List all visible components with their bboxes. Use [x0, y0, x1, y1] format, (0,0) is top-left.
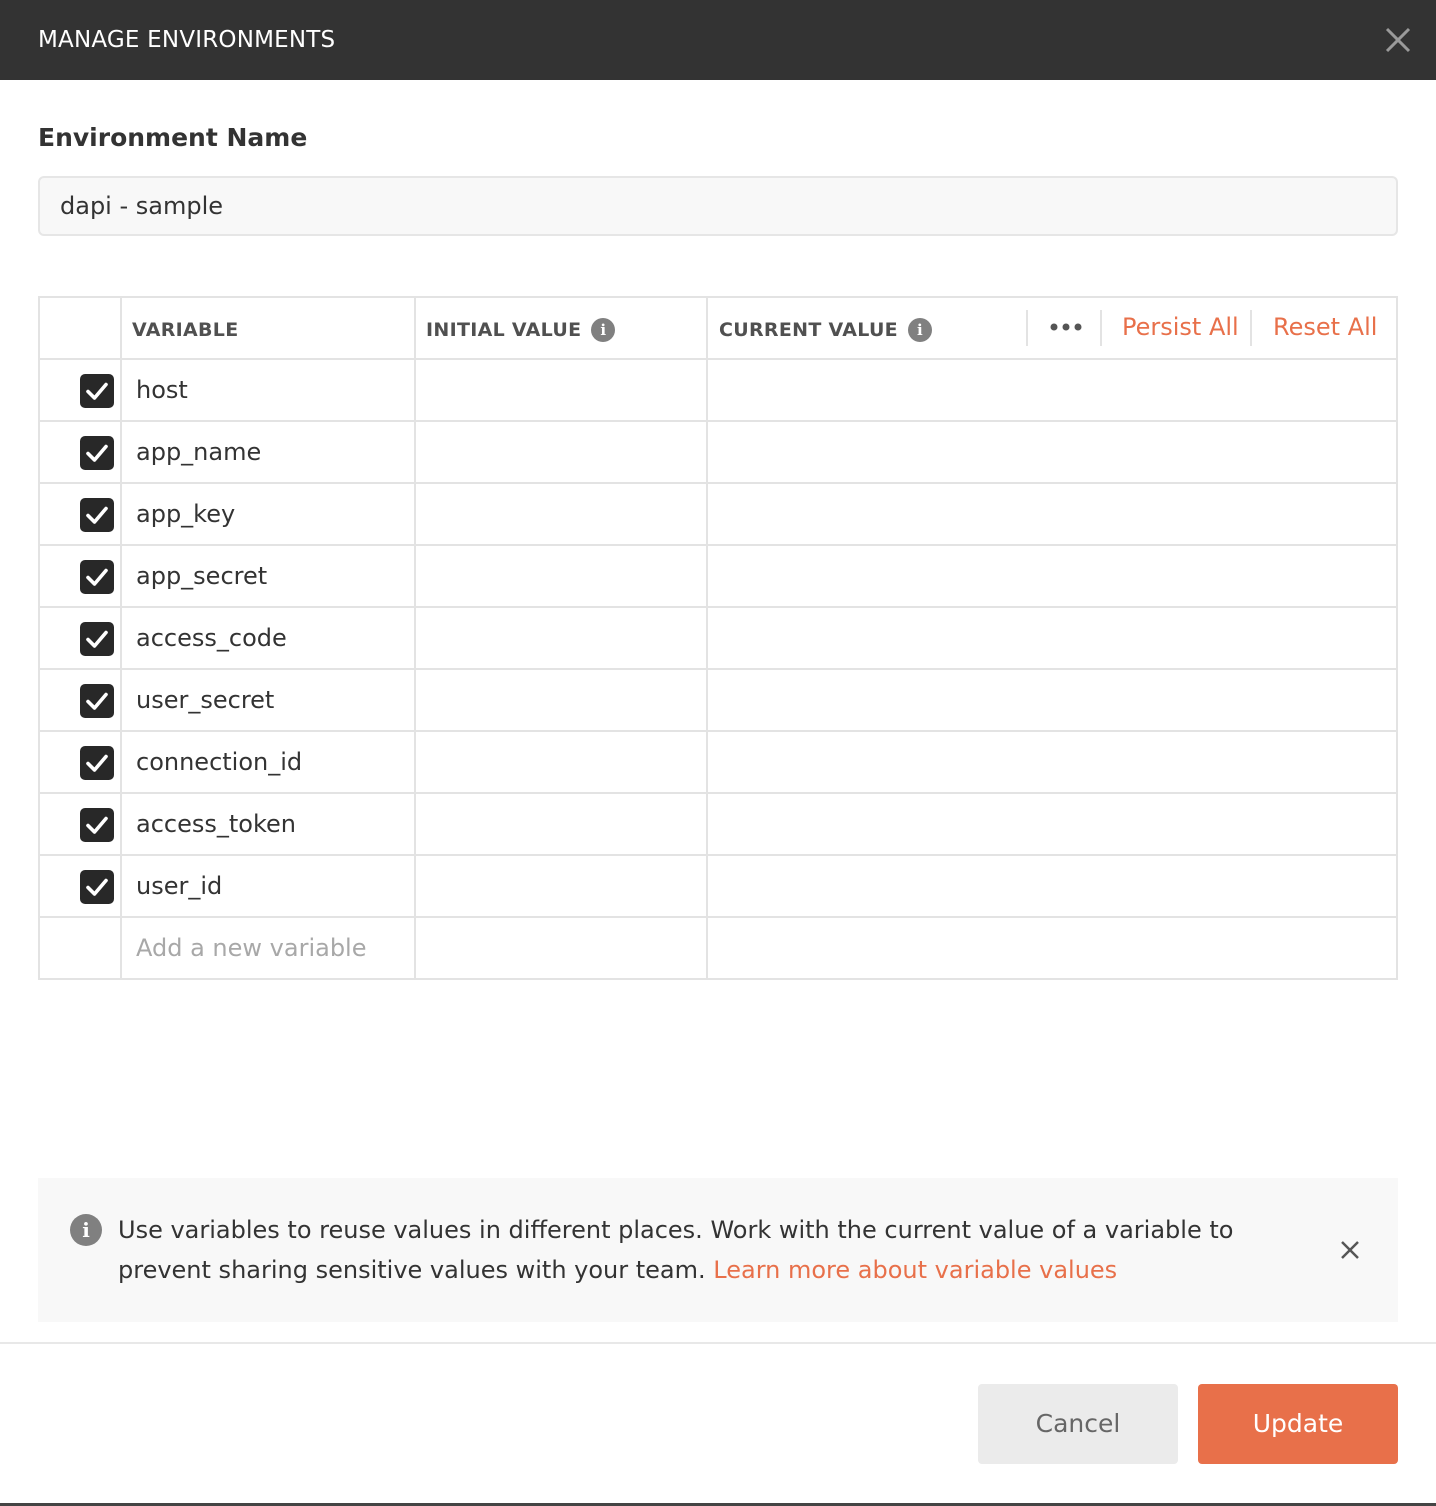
- cancel-button[interactable]: Cancel: [978, 1384, 1178, 1464]
- modal-title: MANAGE ENVIRONMENTS: [38, 27, 336, 53]
- variable-name-cell[interactable]: app_key: [136, 498, 235, 530]
- header-separator: [1026, 310, 1028, 346]
- table-header-row: VARIABLE INITIAL VALUE i CURRENT VALUE i P…: [40, 298, 1396, 360]
- info-icon[interactable]: i: [591, 318, 616, 342]
- close-icon[interactable]: [1380, 22, 1416, 58]
- close-icon[interactable]: [1338, 1238, 1362, 1262]
- initial-value-cell[interactable]: [416, 484, 706, 544]
- enabled-checkbox[interactable]: [80, 684, 114, 718]
- current-value-cell[interactable]: [708, 732, 1396, 792]
- info-icon[interactable]: i: [907, 318, 932, 342]
- new-variable-row: Add a new variable: [40, 918, 1396, 980]
- variable-name-cell[interactable]: app_secret: [136, 560, 267, 592]
- current-value-cell[interactable]: [708, 546, 1396, 606]
- header-initial-value-label: INITIAL VALUE: [426, 319, 582, 341]
- table-row: access_token: [40, 794, 1396, 856]
- variable-name-cell[interactable]: connection_id: [136, 746, 302, 778]
- variables-table: VARIABLE INITIAL VALUE i CURRENT VALUE i P…: [38, 296, 1398, 980]
- table-row: user_secret: [40, 670, 1396, 732]
- current-value-cell[interactable]: [708, 856, 1396, 916]
- initial-value-cell[interactable]: [416, 608, 706, 668]
- initial-value-cell[interactable]: [416, 856, 706, 916]
- current-value-cell[interactable]: [708, 360, 1396, 420]
- ellipsis-icon[interactable]: [1046, 310, 1086, 344]
- table-row: app_secret: [40, 546, 1396, 608]
- initial-value-cell[interactable]: [416, 794, 706, 854]
- variable-name-cell[interactable]: app_name: [136, 436, 261, 468]
- variable-name-cell[interactable]: access_code: [136, 622, 287, 654]
- header-current-value-label: CURRENT VALUE: [719, 319, 898, 341]
- table-row: app_name: [40, 422, 1396, 484]
- current-value-cell[interactable]: [708, 670, 1396, 730]
- enabled-checkbox[interactable]: [80, 374, 114, 408]
- enabled-checkbox[interactable]: [80, 560, 114, 594]
- current-value-cell[interactable]: [708, 422, 1396, 482]
- variable-name-cell[interactable]: user_id: [136, 870, 222, 902]
- reset-all-button[interactable]: Reset All: [1273, 312, 1377, 342]
- initial-value-cell[interactable]: [416, 360, 706, 420]
- table-row: user_id: [40, 856, 1396, 918]
- variable-name-cell[interactable]: access_token: [136, 808, 296, 840]
- new-initial-value-cell[interactable]: [416, 918, 706, 978]
- modal-header: MANAGE ENVIRONMENTS: [0, 0, 1436, 80]
- initial-value-cell[interactable]: [416, 670, 706, 730]
- enabled-checkbox[interactable]: [80, 746, 114, 780]
- enabled-checkbox[interactable]: [80, 808, 114, 842]
- enabled-checkbox[interactable]: [80, 622, 114, 656]
- enabled-checkbox[interactable]: [80, 498, 114, 532]
- initial-value-cell[interactable]: [416, 546, 706, 606]
- table-row: connection_id: [40, 732, 1396, 794]
- initial-value-cell[interactable]: [416, 732, 706, 792]
- new-variable-input[interactable]: Add a new variable: [136, 932, 366, 964]
- enabled-checkbox[interactable]: [80, 436, 114, 470]
- footer-divider: [0, 1342, 1436, 1344]
- info-icon: i: [70, 1214, 102, 1246]
- enabled-checkbox[interactable]: [80, 870, 114, 904]
- environment-name-input[interactable]: [38, 176, 1398, 236]
- table-row: host: [40, 360, 1396, 422]
- initial-value-cell[interactable]: [416, 422, 706, 482]
- header-separator: [1250, 310, 1252, 346]
- current-value-cell[interactable]: [708, 608, 1396, 668]
- banner-message: Use variables to reuse values in differe…: [118, 1210, 1278, 1290]
- current-value-cell[interactable]: [708, 794, 1396, 854]
- variable-name-cell[interactable]: user_secret: [136, 684, 274, 716]
- persist-all-button[interactable]: Persist All: [1122, 312, 1239, 342]
- header-variable: VARIABLE: [132, 319, 239, 341]
- current-value-cell[interactable]: [708, 484, 1396, 544]
- header-current-value: CURRENT VALUE i: [719, 318, 932, 342]
- table-row: access_code: [40, 608, 1396, 670]
- environment-name-label: Environment Name: [38, 123, 308, 152]
- variable-name-cell[interactable]: host: [136, 374, 188, 406]
- header-initial-value: INITIAL VALUE i: [426, 318, 616, 342]
- header-separator: [1100, 310, 1102, 346]
- new-current-value-cell[interactable]: [708, 918, 1396, 978]
- learn-more-link[interactable]: Learn more about variable values: [713, 1256, 1117, 1284]
- update-button[interactable]: Update: [1198, 1384, 1398, 1464]
- info-banner: i Use variables to reuse values in diffe…: [38, 1178, 1398, 1322]
- table-row: app_key: [40, 484, 1396, 546]
